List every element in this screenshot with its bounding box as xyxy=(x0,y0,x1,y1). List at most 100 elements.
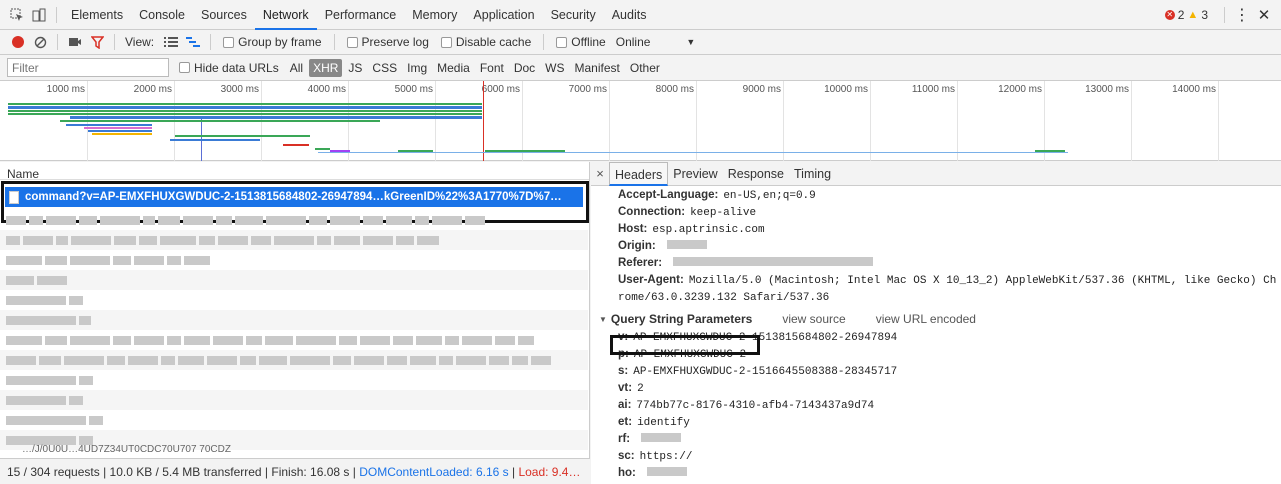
redacted-text xyxy=(45,255,67,265)
group-by-frame-checkbox[interactable]: Group by frame xyxy=(223,35,322,49)
checkbox-box[interactable] xyxy=(223,36,235,48)
filter-input[interactable] xyxy=(7,58,169,77)
issues-counter[interactable]: ✕ 2 ▲ 3 xyxy=(1164,8,1208,22)
redacted-text xyxy=(6,315,76,325)
waterfall-view-icon[interactable] xyxy=(182,31,204,53)
throttling-value: Online xyxy=(615,35,651,49)
filter-bar: Hide data URLs AllXHRJSCSSImgMediaFontDo… xyxy=(0,55,1281,81)
disable-cache-checkbox[interactable]: Disable cache xyxy=(440,35,531,49)
request-row[interactable] xyxy=(0,410,588,430)
redacted-text xyxy=(134,335,164,345)
header-key: et: xyxy=(618,416,633,428)
checkbox-box[interactable] xyxy=(556,36,568,48)
tab-sources[interactable]: Sources xyxy=(193,0,255,30)
filter-type-font[interactable]: Font xyxy=(476,59,508,77)
filter-type-manifest[interactable]: Manifest xyxy=(571,59,624,77)
redacted-text xyxy=(445,335,459,345)
detail-tab-preview[interactable]: Preview xyxy=(668,162,722,186)
more-options-icon[interactable]: ⋮ xyxy=(1231,4,1253,26)
view-url-encoded-link[interactable]: view URL encoded xyxy=(876,312,976,326)
redacted-text xyxy=(69,395,83,405)
clear-icon[interactable] xyxy=(29,31,51,53)
network-overview-timeline[interactable]: 1000 ms 2000 ms 3000 ms 4000 ms 5000 ms 6000 … xyxy=(0,81,1281,161)
hide-data-urls-checkbox[interactable]: Hide data URLs xyxy=(179,61,279,75)
redacted-text xyxy=(6,335,42,345)
tab-performance[interactable]: Performance xyxy=(317,0,405,30)
timeline-gridline xyxy=(696,81,697,161)
tab-audits[interactable]: Audits xyxy=(604,0,655,30)
view-source-link[interactable]: view source xyxy=(782,312,845,326)
filter-type-other[interactable]: Other xyxy=(626,59,664,77)
request-row[interactable] xyxy=(0,310,588,330)
redacted-text xyxy=(387,355,407,365)
filter-type-js[interactable]: JS xyxy=(344,59,366,77)
close-devtools-icon[interactable]: ✕ xyxy=(1253,4,1275,26)
filter-type-css[interactable]: CSS xyxy=(368,59,401,77)
tab-security[interactable]: Security xyxy=(543,0,604,30)
filter-type-ws[interactable]: WS xyxy=(541,59,568,77)
redacted-text xyxy=(70,255,110,265)
filter-type-all[interactable]: All xyxy=(286,59,307,77)
request-rows xyxy=(0,210,588,450)
filter-type-media[interactable]: Media xyxy=(433,59,474,77)
divider xyxy=(333,34,335,50)
detail-tab-response[interactable]: Response xyxy=(723,162,789,186)
status-separator: | xyxy=(508,464,519,479)
redacted-text xyxy=(207,355,237,365)
request-row[interactable] xyxy=(0,330,588,350)
request-row[interactable] xyxy=(0,370,588,390)
checkbox-box[interactable] xyxy=(179,62,190,73)
header-key: rf: xyxy=(618,433,631,445)
request-row[interactable] xyxy=(0,270,588,290)
filter-type-doc[interactable]: Doc xyxy=(510,59,539,77)
offline-checkbox[interactable]: Offline xyxy=(556,35,606,49)
tab-application[interactable]: Application xyxy=(465,0,542,30)
capture-screenshots-icon[interactable] xyxy=(64,31,86,53)
redacted-text xyxy=(465,215,485,225)
name-column-header[interactable]: Name xyxy=(0,162,589,181)
throttling-select[interactable]: Online ▼ xyxy=(616,35,696,49)
tab-memory[interactable]: Memory xyxy=(404,0,465,30)
tab-elements[interactable]: Elements xyxy=(63,0,131,30)
redacted-text xyxy=(673,257,874,266)
record-icon[interactable] xyxy=(7,31,29,53)
main-tabs: Elements Console Sources Network Performance… xyxy=(63,0,654,30)
tab-console[interactable]: Console xyxy=(131,0,193,30)
redacted-text xyxy=(393,335,413,345)
request-row[interactable] xyxy=(0,250,588,270)
request-row[interactable] xyxy=(0,350,588,370)
inspect-element-icon[interactable] xyxy=(6,4,28,26)
redacted-text xyxy=(6,235,20,245)
timeline-gridline xyxy=(1044,81,1045,161)
dom-content-loaded-time: DOMContentLoaded: 6.16 s xyxy=(359,464,509,479)
timeline-bar xyxy=(8,113,482,115)
filter-type-xhr[interactable]: XHR xyxy=(309,58,343,77)
redacted-text xyxy=(235,215,263,225)
filter-icon[interactable] xyxy=(86,31,108,53)
partial-request-row[interactable]: …/J/0U0U…4UD7Z34UT0CDC70U707 70CDZ xyxy=(22,444,231,456)
redacted-text xyxy=(512,355,528,365)
redacted-text xyxy=(70,335,110,345)
timeline-bar xyxy=(8,106,482,109)
query-string-header[interactable]: ▼ Query String Parameters view source vi… xyxy=(591,311,1281,327)
request-row[interactable] xyxy=(0,390,588,410)
redacted-text xyxy=(666,240,707,249)
device-toolbar-icon[interactable] xyxy=(28,4,50,26)
preserve-log-checkbox[interactable]: Preserve log xyxy=(346,35,429,49)
checkbox-box[interactable] xyxy=(440,36,452,48)
request-row[interactable] xyxy=(0,290,588,310)
filter-type-img[interactable]: Img xyxy=(403,59,431,77)
tab-network[interactable]: Network xyxy=(254,0,317,30)
request-row[interactable] xyxy=(0,230,588,250)
detail-tab-timing[interactable]: Timing xyxy=(789,162,836,186)
timeline-tick-label: 12000 ms xyxy=(998,84,1042,95)
timeline-tick-label: 11000 ms xyxy=(911,84,955,95)
request-row[interactable] xyxy=(0,210,588,230)
large-rows-icon[interactable] xyxy=(160,31,182,53)
close-detail-icon[interactable]: × xyxy=(591,166,609,181)
checkbox-box[interactable] xyxy=(346,36,358,48)
timeline-gridline xyxy=(1218,81,1219,161)
header-value: https:// xyxy=(639,451,693,463)
detail-tab-headers[interactable]: Headers xyxy=(609,162,669,186)
redacted-text xyxy=(183,215,213,225)
